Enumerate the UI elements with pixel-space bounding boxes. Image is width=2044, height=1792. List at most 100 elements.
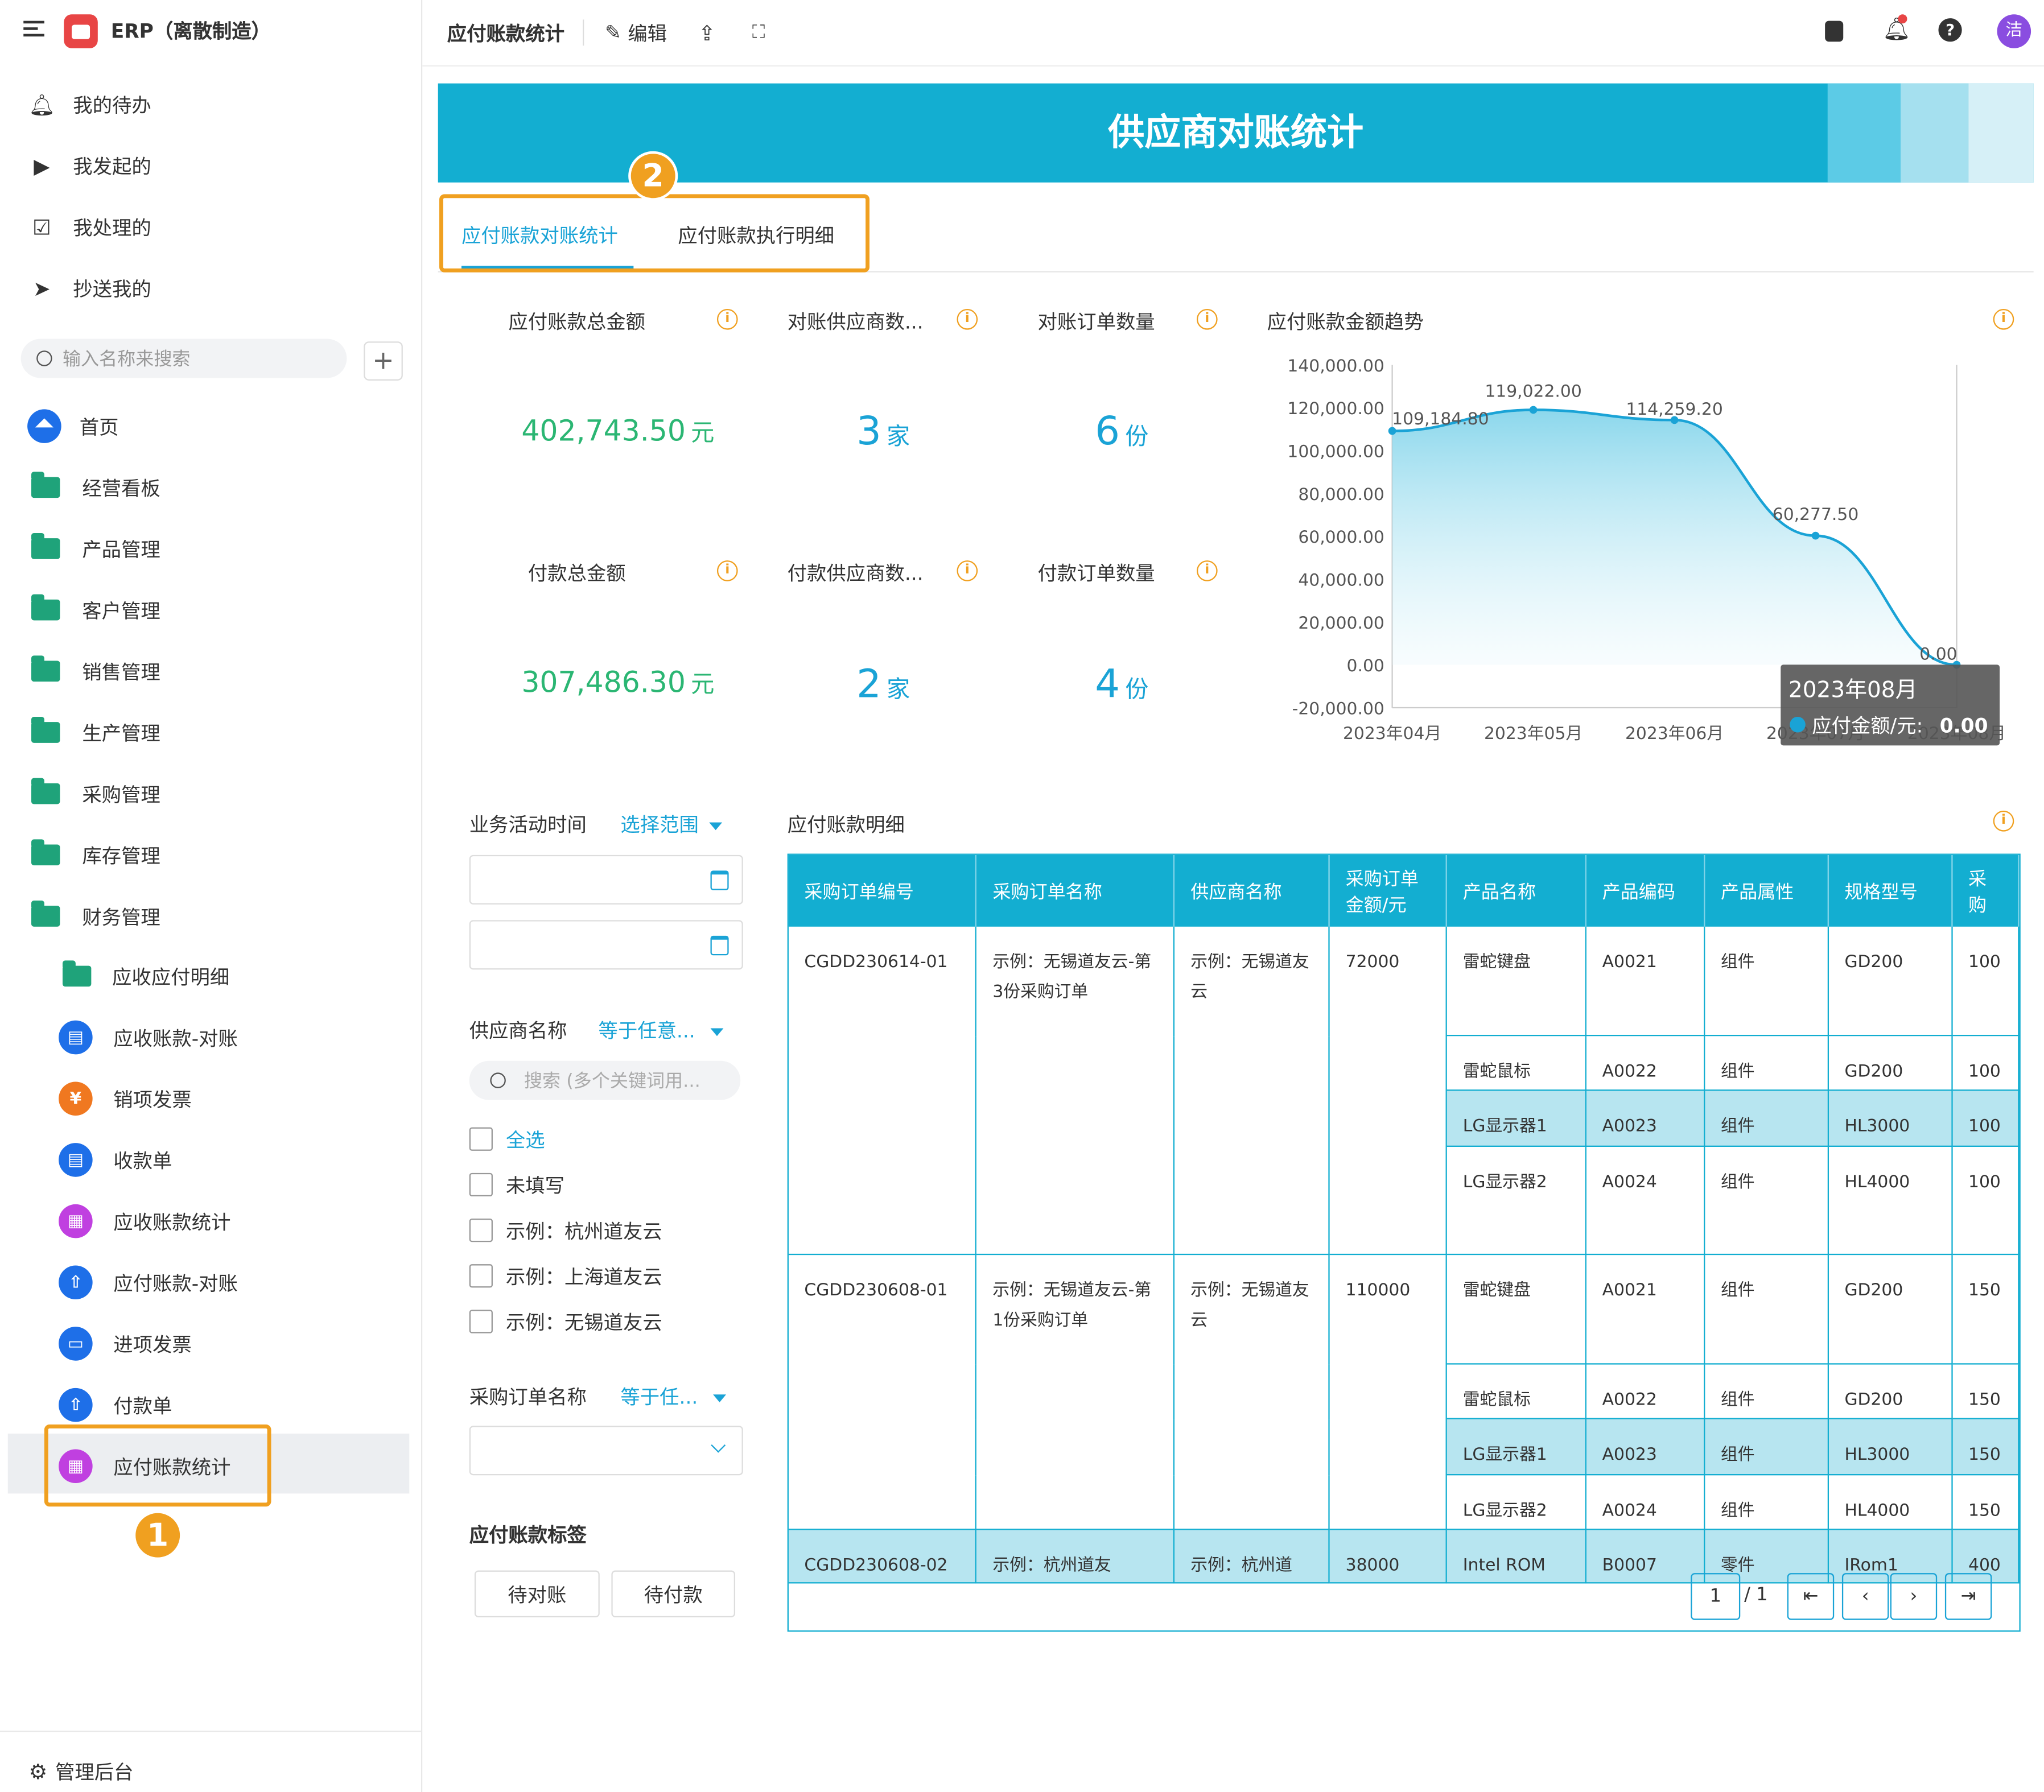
checkbox[interactable] xyxy=(469,1219,493,1242)
table-row[interactable]: CGDD230608-02 示例：杭州道友 示例：杭州道 38000 Intel ROM… xyxy=(788,1529,2020,1584)
folder-icon xyxy=(31,778,60,804)
order-name-operator-text: 等于任... xyxy=(620,1385,698,1409)
kpi-number: 4 xyxy=(1095,662,1120,708)
info-icon[interactable]: i xyxy=(1196,308,1218,330)
sidebar-finance-item[interactable]: ▤ 应收账款-对账 xyxy=(0,1011,421,1064)
kpi-label: 应付账款总金额 xyxy=(508,310,645,334)
check-box-icon: ☑ xyxy=(32,214,51,240)
date-end-input[interactable] xyxy=(469,920,743,970)
supplier-option[interactable]: 示例：上海道友云 xyxy=(469,1263,662,1289)
data-point[interactable] xyxy=(1811,531,1820,540)
chart-title: 应付账款金额趋势 xyxy=(1267,310,1424,334)
column-header[interactable]: 采购订单名称 xyxy=(976,854,1175,927)
column-header[interactable]: 采购 xyxy=(1952,854,2020,927)
supplier-option-label: 示例：上海道友云 xyxy=(505,1265,662,1289)
add-button[interactable]: + xyxy=(364,341,403,381)
column-header[interactable]: 产品名称 xyxy=(1447,854,1587,927)
item-cell-spec: GD200 xyxy=(1828,1254,1953,1365)
supplier-option[interactable]: 全选 xyxy=(469,1126,545,1152)
sidebar-finance-item[interactable]: ▦ 应收账款统计 xyxy=(0,1195,421,1248)
notebook-icon[interactable] xyxy=(1825,20,1844,42)
sidebar-item-home[interactable]: 首页 xyxy=(0,400,421,452)
column-header[interactable]: 采购订单金额/元 xyxy=(1329,854,1448,927)
sidebar-folder-item[interactable]: 生产管理 xyxy=(0,707,421,759)
sidebar-finance-item[interactable]: ⇧ 付款单 xyxy=(0,1379,421,1431)
share-icon[interactable]: ⇪ xyxy=(698,20,716,46)
info-icon[interactable]: i xyxy=(1196,560,1218,581)
sidebar-search-input[interactable]: 输入名称来搜索 xyxy=(20,338,347,378)
order-cell-no: CGDD230608-01 xyxy=(788,1254,977,1530)
play-circle-icon: ▶ xyxy=(34,153,50,178)
chevron-right-icon: › xyxy=(1910,1586,1918,1607)
checkbox[interactable] xyxy=(469,1127,493,1151)
sidebar-quick-item[interactable]: ➤ 抄送我的 xyxy=(0,262,421,314)
supplier-option-label: 全选 xyxy=(505,1128,545,1152)
supplier-option[interactable]: 示例：无锡道友云 xyxy=(469,1308,662,1335)
avatar[interactable]: 洁 xyxy=(1997,14,2031,48)
supplier-search-input[interactable]: 搜索 (多个关键词用... xyxy=(469,1060,741,1100)
info-icon[interactable]: i xyxy=(716,560,738,581)
card-icon: ▭ xyxy=(59,1327,93,1361)
date-start-input[interactable] xyxy=(469,854,743,905)
column-header[interactable]: 供应商名称 xyxy=(1174,854,1330,927)
tooltip-series: 应付金额/元: xyxy=(1812,715,1923,737)
order-name-select[interactable] xyxy=(469,1426,743,1476)
kpi-label: 对账供应商数... xyxy=(787,310,924,334)
time-range-dropdown[interactable]: 选择范围 xyxy=(620,811,723,838)
info-icon[interactable]: i xyxy=(957,308,978,330)
column-header[interactable]: 产品编码 xyxy=(1586,854,1705,927)
sidebar-folder-item[interactable]: 客户管理 xyxy=(0,584,421,636)
supplier-operator-dropdown[interactable]: 等于任意... xyxy=(598,1017,724,1044)
info-icon[interactable]: i xyxy=(1993,810,2014,832)
supplier-option[interactable]: 示例：杭州道友云 xyxy=(469,1217,662,1244)
menu-icon[interactable] xyxy=(23,18,44,39)
column-header[interactable]: 规格型号 xyxy=(1828,854,1953,927)
bell-icon: 🔔︎ xyxy=(28,92,55,117)
caret-down-icon xyxy=(711,1027,724,1036)
order-name-operator-dropdown[interactable]: 等于任... xyxy=(620,1383,727,1410)
sidebar-finance-item[interactable]: ▭ 进项发票 xyxy=(0,1318,421,1370)
sidebar-quick-item[interactable]: ☑ 我处理的 xyxy=(0,201,421,253)
sidebar-finance-item[interactable]: ⇧ 应付账款-对账 xyxy=(0,1256,421,1308)
edit-button[interactable]: ✎ 编辑 xyxy=(605,19,667,46)
sidebar-finance-item[interactable]: ▤ 收款单 xyxy=(0,1134,421,1186)
info-icon[interactable]: i xyxy=(716,308,738,330)
supplier-option[interactable]: 未填写 xyxy=(469,1172,564,1198)
edit-label: 编辑 xyxy=(628,21,667,46)
first-page-button[interactable]: ⇤ xyxy=(1787,1573,1835,1620)
sidebar-quick-item[interactable]: 🔔︎ 我的待办 xyxy=(0,78,421,130)
data-point[interactable] xyxy=(1529,406,1538,414)
sidebar-folder-item[interactable]: 采购管理 xyxy=(0,767,421,820)
table-row[interactable]: CGDD230614-01 示例：无锡道友云-第3份采购订单 示例：无锡道友云 720… xyxy=(788,926,2020,1256)
info-icon[interactable]: i xyxy=(1993,308,2014,330)
sidebar-item-label: 我的待办 xyxy=(73,93,151,117)
next-page-button[interactable]: › xyxy=(1890,1573,1938,1620)
checkbox[interactable] xyxy=(469,1264,493,1288)
prev-page-button[interactable]: ‹ xyxy=(1841,1573,1889,1620)
sidebar-finance-item[interactable]: ▦ 应付账款统计 xyxy=(0,1440,421,1492)
fullscreen-icon[interactable]: ⛶ xyxy=(752,22,765,43)
checkbox[interactable] xyxy=(469,1310,493,1333)
page-number-input[interactable]: 1 xyxy=(1691,1573,1741,1620)
sidebar-folder-item[interactable]: 库存管理 xyxy=(0,829,421,881)
admin-link[interactable]: ⚙ 管理后台 xyxy=(28,1758,133,1785)
sidebar-folder-item[interactable]: 销售管理 xyxy=(0,645,421,697)
sidebar-finance-item[interactable]: 应收应付明细 xyxy=(0,950,421,1002)
last-page-button[interactable]: ⇥ xyxy=(1944,1573,1992,1620)
x-tick-label: 2023年04月 xyxy=(1343,724,1441,744)
info-icon[interactable]: i xyxy=(957,560,978,581)
time-filter-label: 业务活动时间 xyxy=(469,813,587,837)
sidebar-folder-item[interactable]: 产品管理 xyxy=(0,523,421,575)
help-icon[interactable]: ? xyxy=(1938,18,1962,42)
sidebar-quick-item[interactable]: ▶ 我发起的 xyxy=(0,139,421,192)
checkbox[interactable] xyxy=(469,1172,493,1197)
sidebar-folder-item[interactable]: 财务管理 xyxy=(0,890,421,943)
column-header[interactable]: 产品属性 xyxy=(1704,854,1829,927)
sidebar-folder-item[interactable]: 经营看板 xyxy=(0,461,421,514)
column-header[interactable]: 采购订单编号 xyxy=(788,854,977,927)
sidebar-finance-item[interactable]: ¥ 销项发票 xyxy=(0,1072,421,1125)
table-row[interactable]: CGDD230608-01 示例：无锡道友云-第1份采购订单 示例：无锡道友云 110… xyxy=(788,1254,2020,1530)
kpi-label: 付款总金额 xyxy=(528,561,626,585)
tag-button-pending-payment[interactable]: 待付款 xyxy=(611,1570,736,1618)
tag-button-pending-reconcile[interactable]: 待对账 xyxy=(474,1570,600,1618)
